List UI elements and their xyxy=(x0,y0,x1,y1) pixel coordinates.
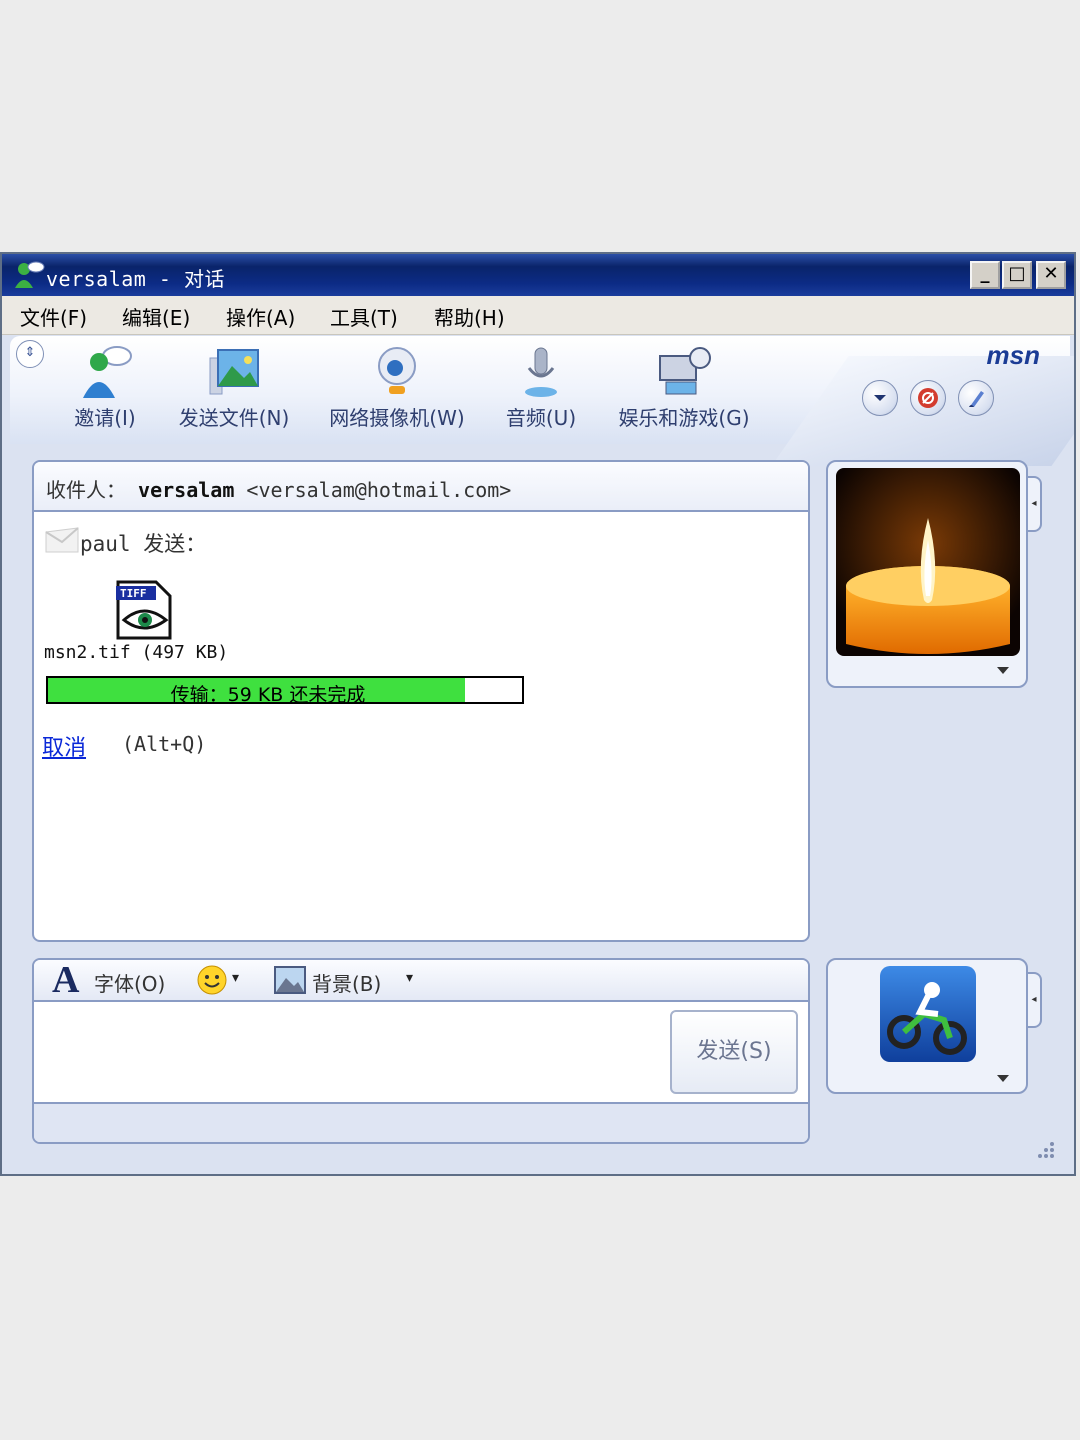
games-icon xyxy=(659,347,711,395)
msn-logo: msn xyxy=(986,340,1040,370)
chevron-down-icon[interactable] xyxy=(996,1074,1010,1084)
audio-label: 音频(U) xyxy=(505,406,577,430)
send-file-button[interactable]: 发送文件(N) xyxy=(168,344,300,440)
cancel-transfer-link[interactable]: 取消 xyxy=(42,730,86,762)
maximize-button[interactable]: □ xyxy=(1002,261,1032,289)
title-bar[interactable]: versalam - 对话 _ □ ✕ xyxy=(2,254,1074,296)
background-dropdown-arrow[interactable]: ▾ xyxy=(406,970,413,986)
send-file-icon xyxy=(209,349,259,395)
toolbar: ⇕ 邀请(I) 发送文件(N) 网络摄像机(W) 音频(U) 娱乐和游戏(G) … xyxy=(10,336,1074,466)
emoticon-icon[interactable] xyxy=(196,964,228,996)
font-icon[interactable]: A xyxy=(52,960,79,1002)
my-picture-frame xyxy=(826,958,1028,1094)
tiff-file-icon[interactable]: TIFF xyxy=(112,578,176,642)
conversation-history[interactable]: 收件人： versalam <versalam@hotmail.com> pau… xyxy=(32,460,810,942)
status-bar xyxy=(34,1102,808,1142)
conversation-window: versalam - 对话 _ □ ✕ 文件(F) 编辑(E) 操作(A) 工具… xyxy=(0,252,1076,1176)
file-info: msn2.tif (497 KB) xyxy=(44,642,229,663)
resize-grip-icon[interactable] xyxy=(1034,1138,1056,1160)
menu-file[interactable]: 文件(F) xyxy=(20,302,87,331)
my-picture-side-tab[interactable]: ◂ xyxy=(1028,972,1042,1028)
my-display-picture[interactable] xyxy=(880,966,976,1062)
msn-buddy-icon xyxy=(15,261,45,288)
webcam-label: 网络摄像机(W) xyxy=(329,406,465,430)
recipient-line: 收件人： versalam <versalam@hotmail.com> xyxy=(46,474,511,503)
display-picture-menu-button[interactable] xyxy=(862,380,898,416)
recipient-name: versalam xyxy=(138,478,235,502)
envelope-icon xyxy=(45,527,79,553)
compose-area: A 字体(O) ▾ 背景(B) ▾ 发送(S) xyxy=(32,958,810,1144)
background-button[interactable]: 背景(B) xyxy=(312,968,381,997)
webcam-button[interactable]: 网络摄像机(W) xyxy=(322,344,472,440)
message-sender: paul 发送： xyxy=(80,532,207,556)
webcam-icon xyxy=(378,347,416,394)
contact-display-picture[interactable] xyxy=(836,468,1020,656)
games-button[interactable]: 娱乐和游戏(G) xyxy=(604,344,764,440)
background-icon[interactable] xyxy=(274,966,306,994)
transfer-progress-text: 传输：59 KB 还未完成 xyxy=(170,684,366,706)
send-button[interactable]: 发送(S) xyxy=(670,1010,798,1094)
recipient-label: 收件人： xyxy=(46,478,126,502)
message-input[interactable] xyxy=(34,1002,664,1102)
tiff-badge-text: TIFF xyxy=(120,587,147,600)
minimize-button[interactable]: _ xyxy=(970,261,1000,289)
block-button[interactable] xyxy=(910,380,946,416)
recipient-email: <versalam@hotmail.com> xyxy=(246,478,512,502)
close-button[interactable]: ✕ xyxy=(1036,261,1066,289)
menu-help[interactable]: 帮助(H) xyxy=(434,302,505,331)
cancel-shortcut: (Alt+Q) xyxy=(122,732,207,756)
recipient-bar: 收件人： versalam <versalam@hotmail.com> xyxy=(34,462,808,512)
audio-button[interactable]: 音频(U) xyxy=(496,344,586,440)
send-file-label: 发送文件(N) xyxy=(178,406,290,430)
customize-button[interactable] xyxy=(958,380,994,416)
chevron-down-icon xyxy=(874,395,886,401)
emoticon-dropdown-arrow[interactable]: ▾ xyxy=(232,970,239,986)
menu-edit[interactable]: 编辑(E) xyxy=(122,302,190,331)
menu-actions[interactable]: 操作(A) xyxy=(226,302,295,331)
font-button[interactable]: 字体(O) xyxy=(94,968,165,997)
window-title: versalam - 对话 xyxy=(46,267,225,291)
menu-tools[interactable]: 工具(T) xyxy=(330,302,398,331)
contact-picture-frame xyxy=(826,460,1028,688)
invite-icon xyxy=(83,346,132,398)
contact-picture-side-tab[interactable]: ◂ xyxy=(1028,476,1042,532)
brush-icon xyxy=(969,391,984,407)
transfer-progress-bar: 传输：59 KB 还未完成 xyxy=(46,676,524,706)
collapse-toolbar-button[interactable]: ⇕ xyxy=(16,340,44,368)
chevron-down-icon[interactable] xyxy=(996,666,1010,676)
block-icon xyxy=(918,388,938,408)
invite-button[interactable]: 邀请(I) xyxy=(60,344,150,440)
format-toolbar: A 字体(O) ▾ 背景(B) ▾ xyxy=(34,960,808,1002)
games-label: 娱乐和游戏(G) xyxy=(618,406,750,430)
microphone-icon xyxy=(525,347,557,397)
invite-label: 邀请(I) xyxy=(74,406,136,430)
menu-bar: 文件(F) 编辑(E) 操作(A) 工具(T) 帮助(H) xyxy=(2,296,1074,335)
